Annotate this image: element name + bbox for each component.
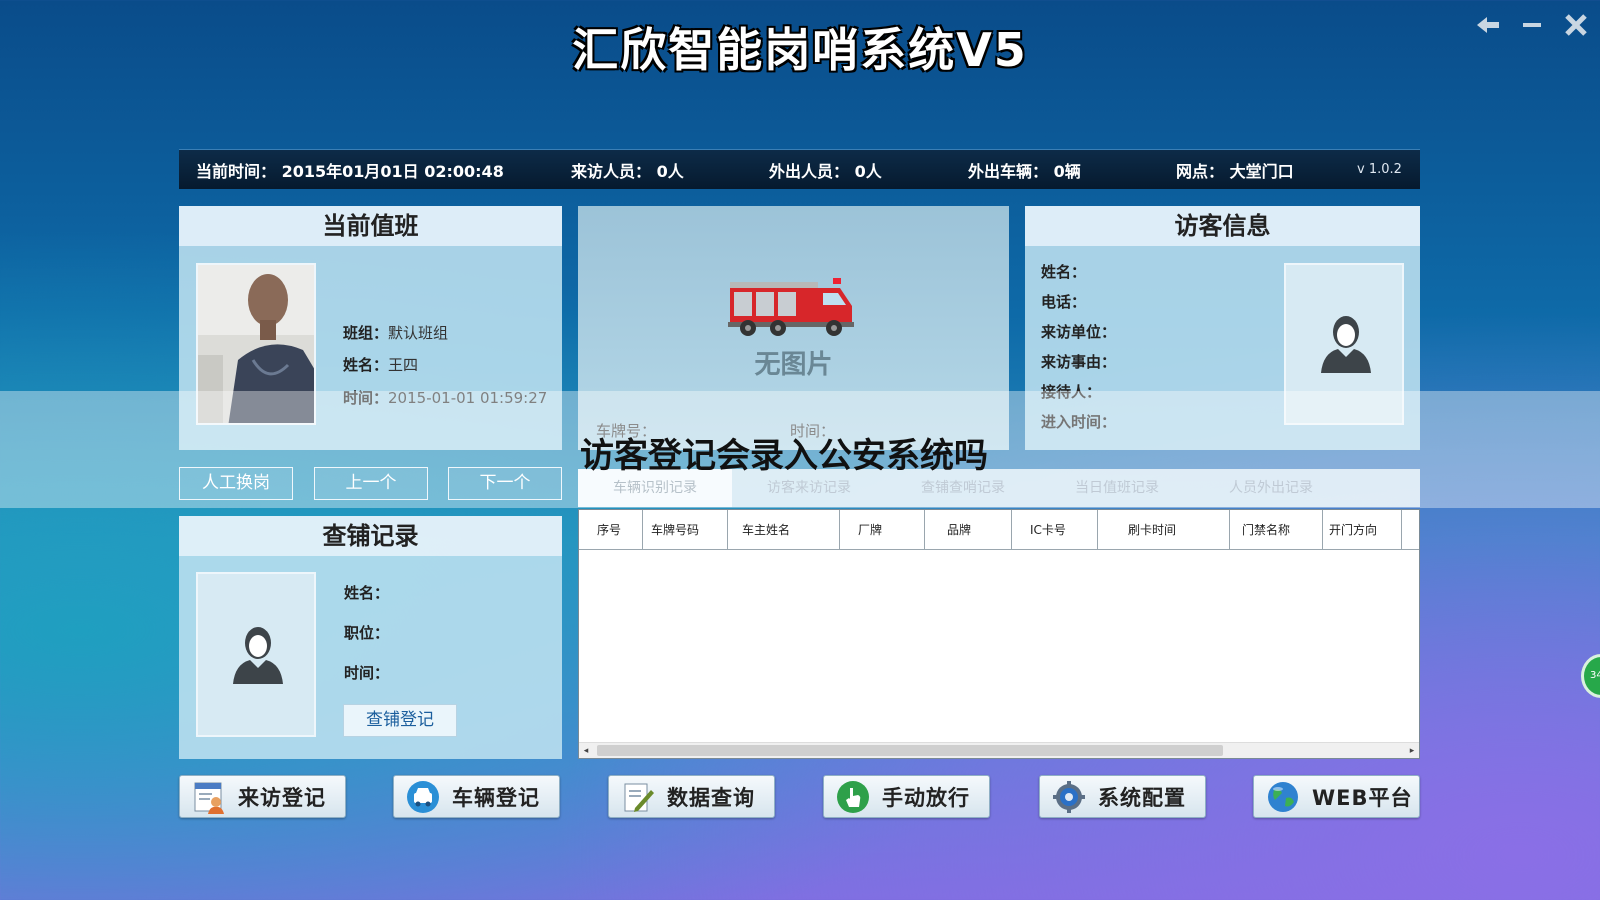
patrol-panel: 查铺记录 姓名： 职位： 时间： 查铺登记 — [179, 516, 562, 759]
site-value: 大堂门口 — [1229, 161, 1294, 181]
visit-register-button[interactable]: 来访登记 — [179, 775, 346, 818]
patrol-position-label-text: 职位： — [344, 624, 390, 642]
system-config-label: 系统配置 — [1098, 785, 1186, 810]
visitor-phone-label: 电话： — [1041, 291, 1086, 312]
no-image-text: 无图片 — [754, 350, 833, 380]
col-gate-name[interactable]: 门禁名称 — [1230, 510, 1323, 549]
duty-name: 姓名：王四 — [343, 354, 418, 375]
duty-panel-title: 当前值班 — [179, 206, 562, 246]
patrol-panel-title: 查铺记录 — [179, 516, 562, 556]
out-people-label: 外出人员： — [769, 161, 850, 181]
table-header: 序号 车牌号码 车主姓名 厂牌 品牌 IC卡号 刷卡时间 门禁名称 开门方向 — [579, 510, 1419, 550]
current-time-label: 当前时间： — [196, 161, 277, 181]
visitors-count: 来访人员： 0人 — [571, 158, 684, 182]
data-query-label: 数据查询 — [667, 785, 755, 810]
out-vehicles-label: 外出车辆： — [968, 161, 1049, 181]
status-bar: 当前时间： 2015年01月01日 02:00:48 来访人员： 0人 外出人员… — [179, 149, 1420, 189]
system-config-button[interactable]: 系统配置 — [1039, 775, 1206, 818]
patrol-name-label-text: 姓名： — [344, 584, 390, 602]
person-placeholder-icon — [1321, 316, 1371, 373]
minimize-icon[interactable] — [1514, 10, 1550, 40]
scrollbar-thumb[interactable] — [597, 745, 1223, 756]
visitor-reason-label-text: 来访事由： — [1041, 353, 1117, 371]
col-swipe-time[interactable]: 刷卡时间 — [1098, 510, 1230, 549]
duty-group-label: 班组： — [343, 324, 389, 342]
records-table: 序号 车牌号码 车主姓名 厂牌 品牌 IC卡号 刷卡时间 门禁名称 开门方向 ◂… — [578, 509, 1420, 759]
fire-truck-icon — [728, 278, 854, 336]
scroll-left-icon[interactable]: ◂ — [579, 743, 593, 759]
duty-group-value: 默认班组 — [388, 324, 449, 342]
web-platform-label: WEB平台 — [1312, 785, 1413, 810]
visitor-reason-label: 来访事由： — [1041, 351, 1116, 372]
visitor-phone-label-text: 电话： — [1041, 293, 1087, 311]
version-label: v 1.0.2 — [1357, 162, 1402, 177]
patrol-name-label: 姓名： — [344, 582, 389, 603]
globe-icon — [1268, 781, 1298, 812]
app-title: 汇欣智能岗哨系统V5 — [572, 23, 1028, 77]
site: 网点： 大堂门口 — [1176, 158, 1294, 182]
visitor-name-label-text: 姓名： — [1041, 263, 1087, 281]
col-manufacturer[interactable]: 厂牌 — [840, 510, 925, 549]
visitor-panel-title: 访客信息 — [1025, 206, 1420, 246]
document-edit-icon — [624, 783, 654, 812]
duty-name-label: 姓名： — [343, 356, 389, 374]
out-vehicles-count: 外出车辆： 0辆 — [968, 158, 1081, 182]
out-people-count: 外出人员： 0人 — [769, 158, 882, 182]
car-icon — [407, 780, 439, 813]
duty-name-value: 王四 — [388, 356, 419, 374]
data-query-button[interactable]: 数据查询 — [608, 775, 775, 818]
site-label: 网点： — [1176, 161, 1225, 181]
scroll-right-icon[interactable]: ▸ — [1405, 743, 1419, 759]
out-people-value: 0人 — [854, 161, 882, 181]
manual-release-button[interactable]: 手动放行 — [823, 775, 990, 818]
visit-register-label: 来访登记 — [238, 785, 326, 810]
gear-icon — [1053, 780, 1085, 813]
vehicle-register-label: 车辆登记 — [452, 785, 540, 810]
current-time: 当前时间： 2015年01月01日 02:00:48 — [196, 158, 504, 182]
col-direction[interactable]: 开门方向 — [1323, 510, 1402, 549]
patrol-photo — [196, 572, 316, 737]
current-time-value: 2015年01月01日 02:00:48 — [281, 161, 504, 181]
visitors-label: 来访人员： — [571, 161, 652, 181]
close-icon[interactable] — [1558, 10, 1594, 40]
web-platform-button[interactable]: WEB平台 — [1253, 775, 1420, 818]
patrol-position-label: 职位： — [344, 622, 389, 643]
visitor-unit-label-text: 来访单位： — [1041, 323, 1117, 341]
visitor-name-label: 姓名： — [1041, 261, 1086, 282]
hand-pointer-icon — [837, 780, 869, 813]
vehicle-register-button[interactable]: 车辆登记 — [393, 775, 560, 818]
out-vehicles-value: 0辆 — [1053, 161, 1081, 181]
col-plate[interactable]: 车牌号码 — [643, 510, 728, 549]
col-brand[interactable]: 品牌 — [925, 510, 1012, 549]
visitor-form-icon — [194, 782, 224, 814]
visitor-unit-label: 来访单位： — [1041, 321, 1116, 342]
col-ic-card[interactable]: IC卡号 — [1012, 510, 1098, 549]
overlay-caption: 访客登记会录入公安系统吗 — [580, 436, 988, 476]
col-owner[interactable]: 车主姓名 — [728, 510, 840, 549]
horizontal-scrollbar[interactable]: ◂ ▸ — [579, 742, 1419, 758]
patrol-register-button[interactable]: 查铺登记 — [343, 704, 457, 737]
visitors-value: 0人 — [656, 161, 684, 181]
patrol-time-label: 时间： — [344, 662, 389, 683]
manual-release-label: 手动放行 — [882, 785, 970, 810]
patrol-time-label-text: 时间： — [344, 664, 390, 682]
person-placeholder-icon — [233, 627, 283, 684]
duty-group: 班组：默认班组 — [343, 322, 448, 343]
floating-badge[interactable]: 34 — [1581, 654, 1600, 698]
back-icon[interactable] — [1470, 10, 1506, 40]
col-index[interactable]: 序号 — [579, 510, 643, 549]
